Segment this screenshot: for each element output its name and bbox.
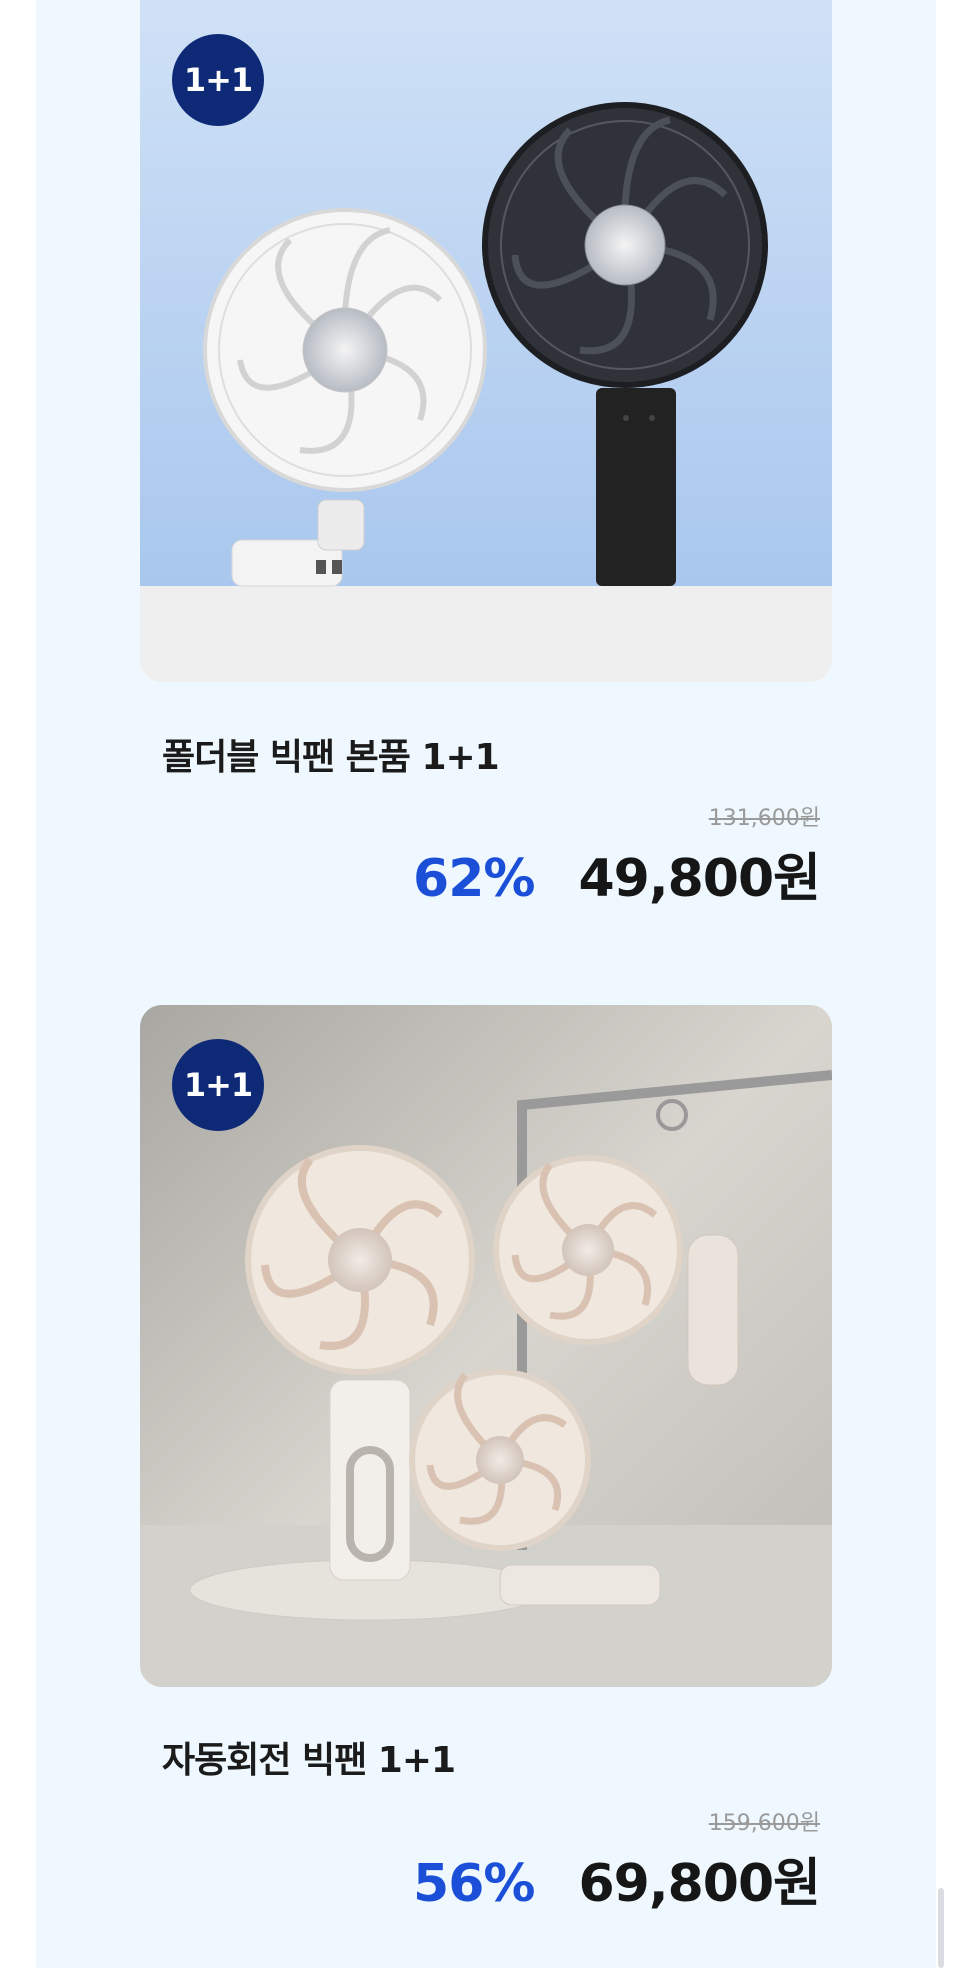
- product-image[interactable]: 1+1: [140, 0, 832, 682]
- original-price: 131,600원: [708, 806, 820, 831]
- discount-rate: 62%: [413, 849, 535, 909]
- original-price: 159,600원: [708, 1811, 820, 1836]
- product-card[interactable]: 1+1 폴더블 빅팬 본품 1+1 131,600원 62% 49,800원: [140, 0, 832, 909]
- price-row: 62% 49,800원: [413, 836, 821, 911]
- sale-price: 69,800원: [578, 1854, 821, 1914]
- scrollbar[interactable]: [938, 1888, 944, 1968]
- one-plus-one-badge: 1+1: [172, 34, 264, 126]
- price-row: 56% 69,800원: [413, 1841, 821, 1916]
- page: 1+1 폴더블 빅팬 본품 1+1 131,600원 62% 49,800원 1…: [0, 0, 972, 1968]
- sale-price: 49,800원: [578, 849, 821, 909]
- one-plus-one-badge: 1+1: [172, 1039, 264, 1131]
- product-image[interactable]: 1+1: [140, 1005, 832, 1687]
- product-title[interactable]: 자동회전 빅팬 1+1: [162, 1731, 456, 1783]
- discount-rate: 56%: [413, 1854, 535, 1914]
- product-card[interactable]: 1+1 자동회전 빅팬 1+1 159,600원 56% 69,800원: [140, 1005, 832, 1914]
- product-title[interactable]: 폴더블 빅팬 본품 1+1: [162, 728, 500, 780]
